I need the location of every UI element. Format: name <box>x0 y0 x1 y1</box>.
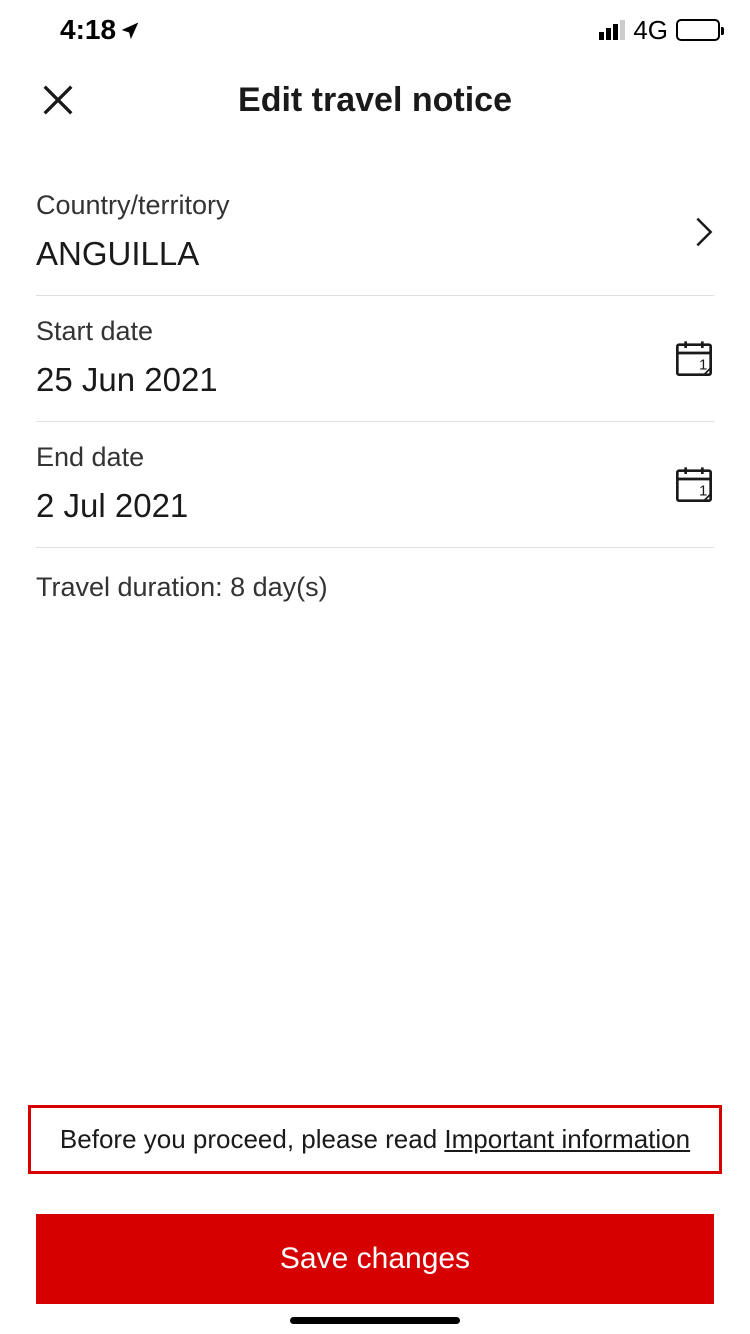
signal-icon <box>599 20 625 40</box>
start-date-field[interactable]: Start date 25 Jun 2021 1 <box>36 296 714 422</box>
calendar-icon: 1 <box>674 464 714 504</box>
end-date-label: End date <box>36 442 188 473</box>
start-date-value: 25 Jun 2021 <box>36 361 218 399</box>
location-icon <box>120 20 140 40</box>
status-time: 4:18 <box>60 14 116 46</box>
country-label: Country/territory <box>36 190 230 221</box>
country-value: ANGUILLA <box>36 235 230 273</box>
country-field[interactable]: Country/territory ANGUILLA <box>36 170 714 296</box>
svg-text:1: 1 <box>699 356 707 373</box>
header: Edit travel notice <box>0 60 750 140</box>
end-date-value: 2 Jul 2021 <box>36 487 188 525</box>
status-bar: 4:18 4G <box>0 0 750 50</box>
close-icon[interactable] <box>38 80 78 120</box>
svg-text:1: 1 <box>699 482 707 499</box>
calendar-icon: 1 <box>674 338 714 378</box>
travel-duration: Travel duration: 8 day(s) <box>0 548 750 603</box>
info-prefix: Before you proceed, please read <box>60 1124 444 1154</box>
battery-icon <box>676 19 720 41</box>
network-label: 4G <box>633 15 668 46</box>
home-indicator[interactable] <box>290 1317 460 1324</box>
chevron-right-icon <box>694 214 714 250</box>
page-title: Edit travel notice <box>238 81 512 120</box>
important-info-box: Before you proceed, please read Importan… <box>28 1105 722 1174</box>
end-date-field[interactable]: End date 2 Jul 2021 1 <box>36 422 714 548</box>
save-button[interactable]: Save changes <box>36 1214 714 1304</box>
important-info-link[interactable]: Important information <box>444 1124 690 1154</box>
start-date-label: Start date <box>36 316 218 347</box>
